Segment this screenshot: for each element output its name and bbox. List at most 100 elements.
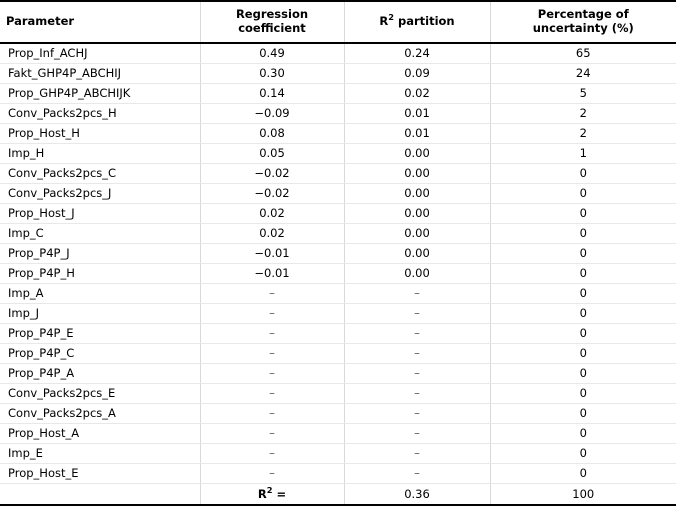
cell-regression-coefficient: 0.14 <box>199 83 344 104</box>
cell-regression-coefficient: – <box>199 343 344 364</box>
cell-r2-partition: 0.01 <box>343 123 490 144</box>
cell-parameter: Prop_GHP4P_ABCHIJK <box>0 83 200 104</box>
cell-percentage-uncertainty: 0 <box>489 283 676 304</box>
cell-percentage-uncertainty: 65 <box>489 42 676 64</box>
table-row: Prop_P4P_J −0.01 0.00 0 <box>0 243 676 264</box>
cell-parameter: Fakt_GHP4P_ABCHIJ <box>0 63 200 84</box>
cell-percentage-uncertainty: 0 <box>489 463 676 484</box>
cell-regression-coefficient: – <box>199 383 344 404</box>
column-header-parameter: Parameter <box>0 0 200 44</box>
cell-parameter: Prop_Host_E <box>0 463 200 484</box>
cell-parameter: Conv_Packs2pcs_C <box>0 163 200 184</box>
cell-regression-coefficient: – <box>199 423 344 444</box>
cell-r2-partition: 0.02 <box>343 83 490 104</box>
cell-percentage-uncertainty: 0 <box>489 383 676 404</box>
cell-r2-partition: – <box>343 363 490 384</box>
cell-r2-partition: – <box>343 343 490 364</box>
cell-percentage-uncertainty: 0 <box>489 323 676 344</box>
cell-r2-partition: – <box>343 403 490 424</box>
cell-r2-partition: 0.00 <box>343 183 490 204</box>
table-row: Prop_P4P_A – –0 <box>0 363 676 384</box>
cell-parameter: Conv_Packs2pcs_H <box>0 103 200 124</box>
cell-percentage-uncertainty: 0 <box>489 243 676 264</box>
cell-r2-partition: 0.01 <box>343 103 490 124</box>
table-row: Prop_Inf_ACHJ 0.49 0.24 65 <box>0 42 676 64</box>
cell-r2-partition: 0.00 <box>343 143 490 164</box>
cell-r2-partition: 0.09 <box>343 63 490 84</box>
cell-percentage-uncertainty: 0 <box>489 163 676 184</box>
table-row: Conv_Packs2pcs_C −0.02 0.00 0 <box>0 163 676 184</box>
column-header-percentage-uncertainty: Percentage of uncertainty (%) <box>489 0 676 44</box>
cell-percentage-uncertainty: 0 <box>489 183 676 204</box>
cell-parameter: Conv_Packs2pcs_A <box>0 403 200 424</box>
column-header-regression-coefficient: Regression coefficient <box>199 0 344 44</box>
cell-parameter: Conv_Packs2pcs_J <box>0 183 200 204</box>
cell-parameter: Prop_P4P_E <box>0 323 200 344</box>
cell-r2-partition: 0.00 <box>343 223 490 244</box>
cell-regression-coefficient: −0.09 <box>199 103 344 124</box>
cell-regression-coefficient: −0.01 <box>199 243 344 264</box>
summary-cell-r2-partition: 0.36 <box>343 482 490 506</box>
cell-parameter: Prop_P4P_H <box>0 263 200 284</box>
cell-percentage-uncertainty: 0 <box>489 403 676 424</box>
cell-r2-partition: 0.00 <box>343 163 490 184</box>
column-header-percentage-line1: Percentage of <box>537 7 629 21</box>
cell-regression-coefficient: – <box>199 443 344 464</box>
r2-partition-suffix: partition <box>393 14 455 29</box>
table-header: Parameter Regression coefficient R2 part… <box>0 0 676 44</box>
cell-regression-coefficient: 0.02 <box>199 223 344 244</box>
table-row: Conv_Packs2pcs_A – –0 <box>0 403 676 424</box>
cell-percentage-uncertainty: 2 <box>489 123 676 144</box>
column-header-r2-partition: R2 partition <box>343 0 490 44</box>
cell-r2-partition: 0.00 <box>343 203 490 224</box>
column-header-percentage-line2: uncertainty (%) <box>532 21 634 36</box>
table-row: Imp_C 0.02 0.00 0 <box>0 223 676 244</box>
cell-regression-coefficient: – <box>199 283 344 304</box>
table-row: Prop_GHP4P_ABCHIJK 0.14 0.02 5 <box>0 83 676 104</box>
cell-parameter: Prop_P4P_A <box>0 363 200 384</box>
cell-percentage-uncertainty: 0 <box>489 203 676 224</box>
column-header-regression-line2: coefficient <box>238 21 306 36</box>
table-row: Conv_Packs2pcs_J −0.02 0.00 0 <box>0 183 676 204</box>
cell-regression-coefficient: 0.49 <box>199 42 344 64</box>
header-row: Parameter Regression coefficient R2 part… <box>0 0 676 44</box>
table-body: Prop_Inf_ACHJ 0.49 0.24 65 Fakt_GHP4P_ABCHIJ… <box>0 42 676 506</box>
table-row: Conv_Packs2pcs_H −0.09 0.01 2 <box>0 103 676 124</box>
table-row: Imp_A – –0 <box>0 283 676 304</box>
summary-row: R2 = 0.36 100 <box>0 482 676 506</box>
cell-regression-coefficient: 0.08 <box>199 123 344 144</box>
cell-parameter: Imp_C <box>0 223 200 244</box>
column-header-parameter-label: Parameter <box>6 14 75 29</box>
table-row: Imp_H 0.05 0.00 1 <box>0 143 676 164</box>
cell-parameter: Imp_E <box>0 443 200 464</box>
table-row: Prop_Host_H 0.08 0.01 2 <box>0 123 676 144</box>
r2-symbol: R <box>379 14 389 29</box>
table-row: Prop_P4P_C – –0 <box>0 343 676 364</box>
cell-regression-coefficient: 0.02 <box>199 203 344 224</box>
table-row: Fakt_GHP4P_ABCHIJ 0.30 0.09 24 <box>0 63 676 84</box>
cell-r2-partition: – <box>343 383 490 404</box>
cell-regression-coefficient: – <box>199 363 344 384</box>
cell-regression-coefficient: 0.05 <box>199 143 344 164</box>
cell-r2-partition: – <box>343 463 490 484</box>
table-row: Conv_Packs2pcs_E – –0 <box>0 383 676 404</box>
cell-parameter: Prop_P4P_C <box>0 343 200 364</box>
summary-r2-symbol: R <box>257 486 267 501</box>
cell-parameter: Imp_J <box>0 303 200 324</box>
table-row: Prop_Host_A – –0 <box>0 423 676 444</box>
cell-percentage-uncertainty: 0 <box>489 423 676 444</box>
cell-regression-coefficient: – <box>199 323 344 344</box>
cell-r2-partition: – <box>343 303 490 324</box>
cell-regression-coefficient: −0.02 <box>199 163 344 184</box>
cell-parameter: Prop_Host_H <box>0 123 200 144</box>
cell-r2-partition: 0.00 <box>343 263 490 284</box>
cell-regression-coefficient: −0.02 <box>199 183 344 204</box>
summary-cell-percentage-uncertainty: 100 <box>489 482 676 506</box>
cell-r2-partition: – <box>343 323 490 344</box>
cell-r2-partition: – <box>343 423 490 444</box>
summary-cell-parameter <box>0 482 200 506</box>
cell-percentage-uncertainty: 5 <box>489 83 676 104</box>
table-row: Imp_J – –0 <box>0 303 676 324</box>
table-row: Prop_Host_E – –0 <box>0 463 676 484</box>
regression-results-table: Parameter Regression coefficient R2 part… <box>0 0 676 506</box>
